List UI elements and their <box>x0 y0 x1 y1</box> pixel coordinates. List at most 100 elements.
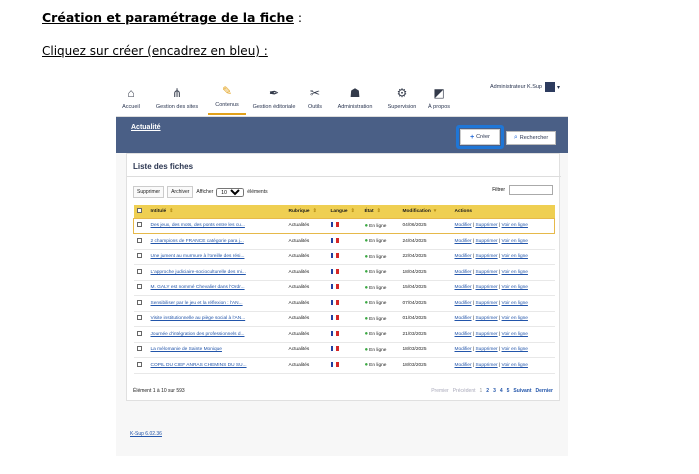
delete-link[interactable]: Supprimer <box>475 254 497 259</box>
section-title[interactable]: Actualité <box>131 124 161 131</box>
nav-item-1[interactable]: ⌂ Accueil <box>116 75 146 115</box>
modify-link[interactable]: Modifier <box>455 316 472 321</box>
row-title-cell[interactable]: La mélomanie de Sainte Monique <box>147 342 286 358</box>
table-row[interactable]: L'approche judiciaire-socioculturelle de… <box>133 264 555 281</box>
row-title-cell[interactable]: Sensibiliser par le jeu et la réflexion … <box>147 295 286 312</box>
row-checkbox[interactable] <box>137 222 142 228</box>
modify-link[interactable]: Modifier <box>455 285 472 290</box>
row-select-cell[interactable] <box>133 249 148 265</box>
nav-item-2[interactable]: ⋔ Gestion des sites <box>146 75 208 115</box>
row-title-link[interactable]: Journée d'intégration des professionnels… <box>151 332 245 337</box>
delete-link[interactable]: Supprimer <box>475 223 497 228</box>
row-title-link[interactable]: Des jeux, des mots, des ponts entre les … <box>151 223 245 228</box>
row-title-cell[interactable]: 2 champions de FRANCE catégorie para j..… <box>147 233 286 250</box>
previous-page-button[interactable]: Précédent <box>453 388 476 394</box>
next-page-button[interactable]: Suivant <box>513 388 531 394</box>
view-online-link[interactable]: Voir en ligne <box>502 316 528 321</box>
first-page-button[interactable]: Premier <box>431 388 449 394</box>
delete-link[interactable]: Supprimer <box>475 285 497 290</box>
row-select-cell[interactable] <box>133 342 148 358</box>
nav-item-6[interactable]: ☗ Administration <box>328 75 382 115</box>
row-title-cell[interactable]: Des jeux, des mots, des ponts entre les … <box>147 217 286 234</box>
row-select-cell[interactable] <box>133 264 148 281</box>
column-header-language[interactable]: Langue ⇕ <box>327 205 362 218</box>
table-row[interactable]: Visite institutionnelle au piège social … <box>133 311 555 327</box>
row-title-link[interactable]: COPIL DU CIEF ANRAS CHEMINS DU SU... <box>151 363 247 368</box>
row-select-cell[interactable] <box>133 217 148 234</box>
row-checkbox[interactable] <box>136 253 142 259</box>
modify-link[interactable]: Modifier <box>455 270 472 275</box>
column-header-modification[interactable]: Modification ▾ <box>399 205 452 218</box>
table-row[interactable]: M. GALY est nommé Chevalier dans l'Ordr.… <box>133 280 555 296</box>
nav-item-3[interactable]: ✎ Contenus <box>208 75 246 115</box>
page-3-button[interactable]: 3 <box>493 388 496 394</box>
view-online-link[interactable]: Voir en ligne <box>502 347 528 352</box>
column-header-state[interactable]: État ⇕ <box>361 205 400 218</box>
table-row[interactable]: Sensibiliser par le jeu et la réflexion … <box>133 295 555 312</box>
nav-item-8[interactable]: ◩ À propos <box>422 75 456 115</box>
view-online-link[interactable]: Voir en ligne <box>502 363 528 368</box>
delete-link[interactable]: Supprimer <box>475 239 497 244</box>
search-button[interactable]: ⌕ Rechercher <box>506 131 556 145</box>
row-checkbox[interactable] <box>136 330 142 336</box>
filter-input[interactable] <box>509 185 553 195</box>
modify-link[interactable]: Modifier <box>455 223 472 228</box>
modify-link[interactable]: Modifier <box>455 347 472 352</box>
delete-link[interactable]: Supprimer <box>475 316 497 321</box>
table-row[interactable]: Journée d'intégration des professionnels… <box>133 326 555 343</box>
row-title-cell[interactable]: Journée d'intégration des professionnels… <box>147 326 286 343</box>
page-5-button[interactable]: 5 <box>507 388 510 394</box>
row-title-cell[interactable]: M. GALY est nommé Chevalier dans l'Ordr.… <box>147 280 286 296</box>
row-checkbox[interactable] <box>136 299 142 305</box>
row-select-cell[interactable] <box>133 280 148 296</box>
row-checkbox[interactable] <box>136 346 142 352</box>
table-row[interactable]: Une jument au murmure à l'oreille des ré… <box>133 249 555 265</box>
delete-link[interactable]: Supprimer <box>475 363 497 368</box>
row-title-cell[interactable]: Une jument au murmure à l'oreille des ré… <box>147 249 286 265</box>
nav-item-7[interactable]: ⚙ Supervision <box>382 75 422 115</box>
page-size-select[interactable]: 10 <box>216 187 245 197</box>
nav-item-5[interactable]: ✂ Outils <box>302 75 328 115</box>
view-online-link[interactable]: Voir en ligne <box>502 332 528 337</box>
last-page-button[interactable]: Dernier <box>535 388 553 394</box>
create-button[interactable]: + Créer <box>460 129 500 145</box>
archive-button[interactable]: Archiver <box>167 186 194 198</box>
modify-link[interactable]: Modifier <box>455 301 472 306</box>
row-title-cell[interactable]: Visite institutionnelle au piège social … <box>147 311 286 327</box>
view-online-link[interactable]: Voir en ligne <box>502 270 528 275</box>
version-link[interactable]: K-Sup 6.02.36 <box>130 431 162 437</box>
view-online-link[interactable]: Voir en ligne <box>502 301 528 306</box>
modify-link[interactable]: Modifier <box>455 254 472 259</box>
modify-link[interactable]: Modifier <box>455 363 472 368</box>
select-all-checkbox[interactable] <box>136 207 142 213</box>
table-row[interactable]: Des jeux, des mots, des ponts entre les … <box>133 217 555 234</box>
row-select-cell[interactable] <box>133 326 148 343</box>
row-title-link[interactable]: Sensibiliser par le jeu et la réflexion … <box>151 301 243 306</box>
modify-link[interactable]: Modifier <box>455 239 472 244</box>
row-checkbox[interactable] <box>136 268 142 274</box>
row-title-link[interactable]: L'approche judiciaire-socioculturelle de… <box>151 270 246 275</box>
select-all-cell[interactable] <box>133 205 148 218</box>
table-row[interactable]: La mélomanie de Sainte Monique Actualités… <box>133 342 555 358</box>
row-select-cell[interactable] <box>133 295 148 312</box>
row-select-cell[interactable] <box>133 233 148 250</box>
row-title-link[interactable]: M. GALY est nommé Chevalier dans l'Ordr.… <box>151 285 245 290</box>
delete-link[interactable]: Supprimer <box>475 301 497 306</box>
view-online-link[interactable]: Voir en ligne <box>502 223 528 228</box>
delete-link[interactable]: Supprimer <box>475 347 497 352</box>
row-title-link[interactable]: La mélomanie de Sainte Monique <box>151 347 222 352</box>
view-online-link[interactable]: Voir en ligne <box>502 285 528 290</box>
delete-link[interactable]: Supprimer <box>475 270 497 275</box>
row-checkbox[interactable] <box>136 237 142 243</box>
page-4-button[interactable]: 4 <box>500 388 503 394</box>
row-select-cell[interactable] <box>133 357 148 374</box>
view-online-link[interactable]: Voir en ligne <box>502 254 528 259</box>
column-header-title[interactable]: Intitulé ⇕ <box>147 205 286 218</box>
row-select-cell[interactable] <box>133 311 148 327</box>
row-checkbox[interactable] <box>136 284 142 290</box>
table-row[interactable]: 2 champions de FRANCE catégorie para j..… <box>133 233 555 250</box>
row-title-link[interactable]: 2 champions de FRANCE catégorie para j..… <box>151 239 244 244</box>
table-row[interactable]: COPIL DU CIEF ANRAS CHEMINS DU SU... Actu… <box>133 357 555 374</box>
row-title-link[interactable]: Visite institutionnelle au piège social … <box>151 316 246 321</box>
row-title-cell[interactable]: COPIL DU CIEF ANRAS CHEMINS DU SU... <box>147 357 286 374</box>
